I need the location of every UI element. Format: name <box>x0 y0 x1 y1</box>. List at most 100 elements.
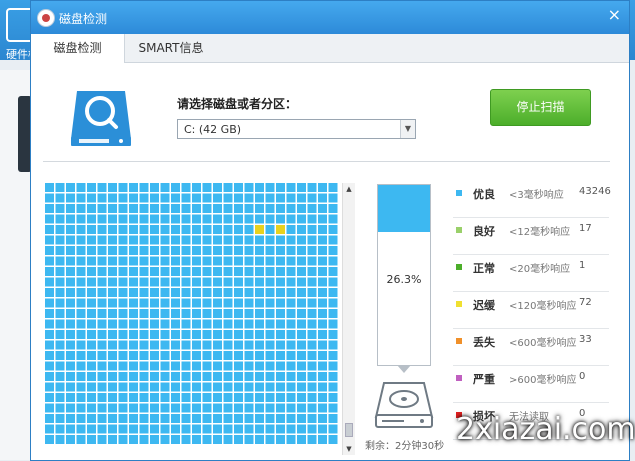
grid-block <box>286 361 296 371</box>
grid-block <box>129 351 138 360</box>
grid-block <box>66 256 75 266</box>
grid-block <box>118 403 128 413</box>
grid-block <box>129 267 138 276</box>
grid-block <box>297 183 306 192</box>
grid-block <box>223 435 233 444</box>
grid-block <box>150 424 159 434</box>
grid-block <box>244 309 254 318</box>
grid-block <box>129 309 138 318</box>
grid-block <box>108 309 117 318</box>
stop-scan-button[interactable]: 停止扫描 <box>490 89 591 126</box>
grid-block <box>171 267 180 276</box>
grid-block <box>223 340 233 350</box>
progress-pointer-icon <box>397 365 411 373</box>
grid-block <box>45 372 54 381</box>
grid-block <box>76 309 86 318</box>
grid-block <box>118 183 128 192</box>
grid-block <box>192 393 201 402</box>
chevron-down-icon[interactable]: ▼ <box>400 120 415 138</box>
grid-block <box>265 246 275 255</box>
grid-block <box>318 424 327 434</box>
grid-block <box>276 319 285 329</box>
grid-block <box>97 414 107 423</box>
grid-block <box>87 214 96 224</box>
grid-block <box>202 298 212 308</box>
grid-block <box>234 424 243 434</box>
grid-block <box>265 256 275 266</box>
grid-block <box>234 393 243 402</box>
close-button[interactable]: × <box>608 7 621 23</box>
grid-block <box>66 351 75 360</box>
grid-block <box>76 225 86 234</box>
grid-block <box>87 382 96 392</box>
grid-block <box>150 267 159 276</box>
grid-block <box>307 288 317 297</box>
grid-block <box>192 372 201 381</box>
grid-block <box>265 361 275 371</box>
grid-block <box>234 351 243 360</box>
grid-block <box>118 277 128 287</box>
grid-block <box>118 214 128 224</box>
grid-block <box>150 330 159 339</box>
tab-smart-info[interactable]: SMART信息 <box>124 34 218 62</box>
legend-item: 迟缓 <120毫秒响应 72 <box>453 292 609 329</box>
grid-block <box>202 319 212 329</box>
grid-block <box>318 235 327 245</box>
grid-block <box>276 267 285 276</box>
grid-block <box>223 309 233 318</box>
legend-count: 1 <box>579 260 586 271</box>
grid-block <box>286 372 296 381</box>
grid-block <box>55 361 65 371</box>
grid-block <box>181 246 191 255</box>
tab-disk-check[interactable]: 磁盘检测 <box>31 34 125 63</box>
grid-block <box>160 403 170 413</box>
grid-block <box>160 256 170 266</box>
grid-block <box>76 204 86 213</box>
grid-block <box>213 256 222 266</box>
grid-block <box>202 435 212 444</box>
grid-block <box>139 340 149 350</box>
grid-block <box>223 288 233 297</box>
grid-block <box>202 267 212 276</box>
grid-block <box>286 435 296 444</box>
scroll-up-icon[interactable]: ▲ <box>343 183 355 195</box>
grid-block <box>139 309 149 318</box>
grid-block <box>328 246 338 255</box>
grid-block <box>328 340 338 350</box>
disk-search-icon <box>71 91 131 146</box>
grid-block <box>108 403 117 413</box>
title-bar[interactable]: 磁盘检测 × <box>31 1 629 34</box>
grid-block <box>171 225 180 234</box>
dialog-title: 磁盘检测 <box>59 12 108 26</box>
grid-scrollbar[interactable]: ▲ ▼ <box>342 183 355 455</box>
grid-block <box>234 183 243 192</box>
grid-block <box>160 193 170 203</box>
grid-block <box>150 435 159 444</box>
scroll-thumb[interactable] <box>345 423 353 437</box>
grid-block <box>265 214 275 224</box>
grid-block <box>265 351 275 360</box>
grid-block <box>45 309 54 318</box>
grid-block <box>234 235 243 245</box>
grid-block <box>55 435 65 444</box>
scroll-down-icon[interactable]: ▼ <box>343 443 355 455</box>
disk-partition-select[interactable]: C: (42 GB) ▼ <box>177 119 416 139</box>
grid-block <box>255 267 264 276</box>
grid-block <box>108 235 117 245</box>
grid-block <box>192 214 201 224</box>
grid-block <box>97 319 107 329</box>
grid-block <box>139 424 149 434</box>
grid-block <box>45 414 54 423</box>
grid-block <box>76 288 86 297</box>
grid-block <box>55 288 65 297</box>
grid-block <box>318 435 327 444</box>
legend-item: 严重 >600毫秒响应 0 <box>453 366 609 403</box>
grid-block <box>213 319 222 329</box>
grid-block <box>328 298 338 308</box>
grid-block <box>223 424 233 434</box>
grid-block <box>307 424 317 434</box>
grid-block <box>213 340 222 350</box>
grid-block <box>139 435 149 444</box>
grid-block <box>307 382 317 392</box>
grid-block <box>192 183 201 192</box>
